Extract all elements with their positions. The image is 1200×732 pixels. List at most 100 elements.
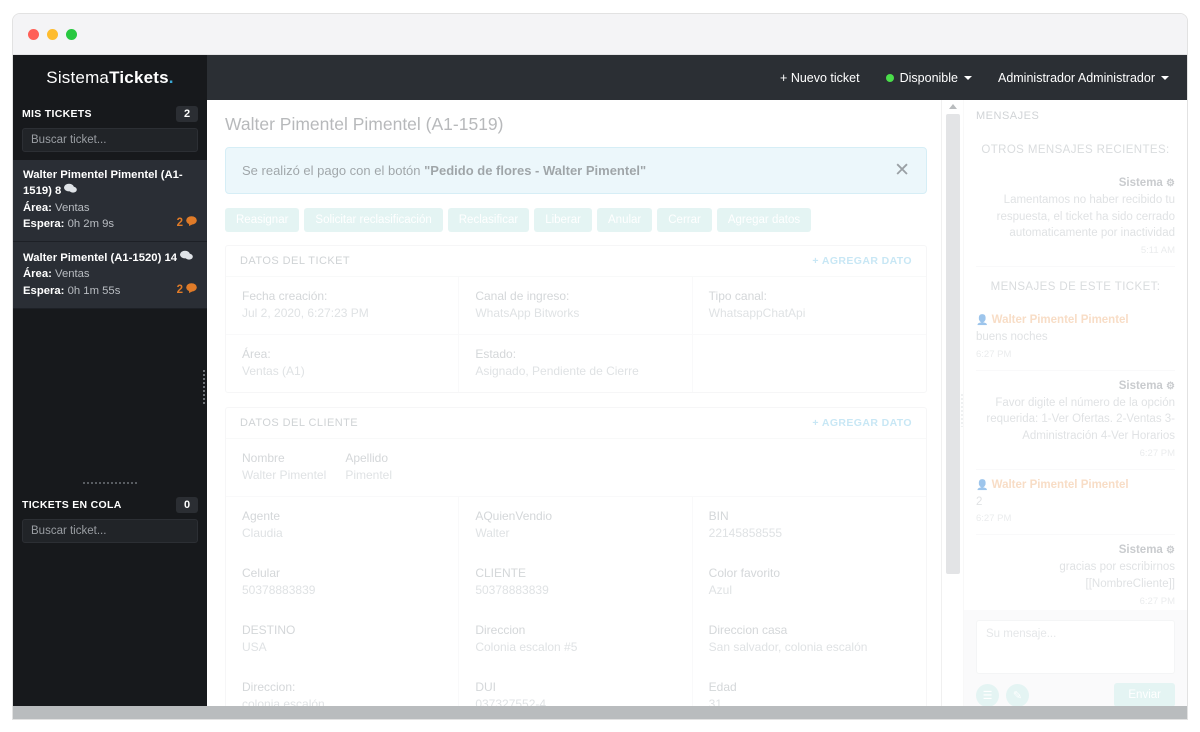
ticket-area: Área: Ventas	[23, 267, 197, 282]
field-value	[709, 350, 912, 365]
client-data-header: DATOS DEL CLIENTE + AGREGAR DATO	[226, 408, 926, 439]
close-icon[interactable]: ✕	[882, 161, 910, 180]
field-label: DUI	[475, 680, 496, 694]
close-window-icon[interactable]	[28, 28, 39, 40]
center-column: + Nuevo ticket Disponible Administrador …	[207, 55, 1187, 719]
message-author: Sistema ⚙	[976, 177, 1175, 189]
list-item[interactable]: Walter Pimentel (A1-1520) 14 Área: Venta…	[13, 242, 207, 309]
message-author: Sistema ⚙	[976, 544, 1175, 556]
field-value: USA	[242, 640, 267, 654]
ticket-name: Walter Pimentel Pimentel (A1-1519) 8	[23, 168, 197, 200]
message-input[interactable]: Su mensaje...	[976, 620, 1175, 674]
user-menu-dropdown[interactable]: Administrador Administrador	[998, 71, 1169, 85]
page-title: Walter Pimentel Pimentel (A1-1519)	[225, 114, 504, 134]
field-label: Direccion casa	[708, 623, 788, 637]
status-dropdown[interactable]: Disponible	[885, 71, 972, 85]
cerrar-button[interactable]: Cerrar	[657, 208, 712, 232]
field-value: WhatsappChatApi	[708, 306, 806, 320]
client-data-card: DATOS DEL CLIENTE + AGREGAR DATO Nombre …	[225, 407, 927, 719]
unread-bubble-icon	[186, 216, 197, 232]
field-estado: Estado: Asignado, Pendiente de Cierre	[459, 334, 693, 392]
message-body: Lamentamos no haber recibido tu respuest…	[996, 194, 1175, 240]
horizontal-scrollbar[interactable]	[13, 706, 1187, 719]
add-client-data-button[interactable]: + AGREGAR DATO	[812, 417, 912, 429]
message-item: 👤 Walter Pimentel Pimentel buens noches …	[976, 305, 1175, 371]
ticket-area-value: Ventas	[55, 268, 90, 281]
solicitar-reclasificacion-button[interactable]: Solicitar reclasificación	[304, 208, 443, 232]
ticket-message-count: 14	[164, 252, 178, 264]
ticket-data-title: DATOS DEL TICKET	[240, 255, 351, 267]
field-value: Claudia	[242, 526, 283, 540]
canned-responses-icon[interactable]: ☰	[976, 683, 999, 707]
new-ticket-button[interactable]: + Nuevo ticket	[780, 71, 860, 85]
send-button[interactable]: Enviar	[1114, 683, 1175, 707]
field-fecha-creacion: Fecha creación: Jul 2, 2020, 6:27:23 PM	[226, 277, 460, 334]
unread-count: 2	[176, 217, 183, 230]
queue-search-input[interactable]: Buscar ticket...	[22, 518, 198, 543]
message-time: 6:27 PM	[976, 348, 1012, 360]
message-composer: Su mensaje... ☰ ✎ Enviar	[964, 610, 1187, 719]
message-body: Favor digite el número de la opción requ…	[986, 396, 1175, 443]
logo-part-one: Sistema	[46, 67, 110, 87]
field-value: Asignado, Pendiente de Cierre	[475, 364, 639, 378]
reclasificar-button[interactable]: Reclasificar	[447, 208, 530, 232]
messages-header: MENSAJES	[976, 110, 1040, 122]
field-label: Direccion:	[242, 680, 296, 694]
queue-count: 0	[176, 496, 198, 513]
add-ticket-data-button[interactable]: + AGREGAR DATO	[812, 255, 912, 267]
messages-scroll-area[interactable]: OTROS MENSAJES RECIENTES: Sistema ⚙ Lame…	[964, 130, 1187, 610]
scroll-up-icon[interactable]	[948, 104, 957, 109]
field-label: CLIENTE	[475, 566, 527, 580]
field-direccion-casa: Direccion casa San salvador, colonia esc…	[693, 611, 926, 668]
alert-text-bold: "Pedido de flores - Walter Pimentel"	[424, 163, 647, 178]
field-bin: BIN 22145858555	[692, 496, 926, 554]
user-icon: 👤	[976, 315, 989, 327]
liberar-button[interactable]: Liberar	[534, 208, 592, 232]
field-apellido: Apellido Pimentel	[329, 439, 692, 496]
anular-button[interactable]: Anular	[597, 208, 653, 232]
ticket-message-count: 8	[55, 185, 62, 198]
chevron-down-icon	[1161, 75, 1169, 80]
field-label: Estado:	[475, 347, 517, 361]
minimize-window-icon[interactable]	[47, 28, 58, 40]
status-online-icon	[885, 73, 894, 82]
attachment-icon[interactable]: ✎	[1006, 683, 1029, 707]
messages-region: MENSAJES OTROS MENSAJES RECIENTES: Siste…	[941, 100, 1187, 719]
message-body: buens noches	[976, 331, 1048, 344]
messages-panel-resize-handle[interactable]	[960, 392, 965, 427]
field-color-favorito: Color favorito Azul	[693, 554, 926, 611]
sidebar-spacer	[13, 308, 207, 477]
ticket-wait: Espera: 0h 1m 55s	[23, 284, 120, 299]
maximize-window-icon[interactable]	[66, 28, 77, 40]
field-cliente: CLIENTE 50378883839	[459, 554, 693, 611]
my-tickets-list: Walter Pimentel Pimentel (A1-1519) 8 Áre…	[13, 160, 207, 309]
message-body: 2	[976, 495, 983, 508]
reasignar-button[interactable]: Reasignar	[225, 208, 300, 232]
field-label: DESTINO	[242, 623, 296, 637]
field-empty	[692, 334, 926, 392]
message-item: Sistema ⚙ Lamentamos no haber recibido t…	[976, 168, 1175, 268]
field-value: Jul 2, 2020, 6:27:23 PM	[242, 306, 369, 320]
field-label: BIN	[708, 509, 729, 523]
ticket-wait-value: 0h 1m 55s	[67, 284, 121, 297]
main-and-messages: Walter Pimentel Pimentel (A1-1519) Se re…	[207, 100, 1187, 719]
sidebar-resize-handle[interactable]	[13, 476, 207, 491]
message-time: 5:11 AM	[1140, 245, 1175, 257]
queue-header: TICKETS EN COLA 0	[13, 490, 207, 519]
my-tickets-search-input[interactable]: Buscar ticket...	[22, 128, 198, 152]
message-author-name: Sistema	[1118, 177, 1163, 189]
field-value: Azul	[708, 583, 732, 597]
alert-message: Se realizó el pago con el botón "Pedido …	[242, 163, 646, 178]
ticket-area: Área: Ventas	[23, 201, 197, 216]
field-label: Edad	[708, 680, 737, 694]
field-value: Ventas (A1)	[242, 364, 305, 378]
field-label: Agente	[242, 509, 281, 523]
chat-bubble-icon	[180, 250, 193, 266]
field-value: 50378883839	[475, 583, 549, 597]
agregar-datos-button[interactable]: Agregar datos	[716, 208, 812, 232]
field-value: WhatsApp Bitworks	[475, 306, 580, 320]
my-tickets-search-placeholder: Buscar ticket...	[31, 134, 107, 146]
scrollbar-thumb[interactable]	[946, 114, 960, 574]
field-label: Canal de ingreso:	[475, 289, 570, 303]
list-item[interactable]: Walter Pimentel Pimentel (A1-1519) 8 Áre…	[13, 160, 207, 242]
